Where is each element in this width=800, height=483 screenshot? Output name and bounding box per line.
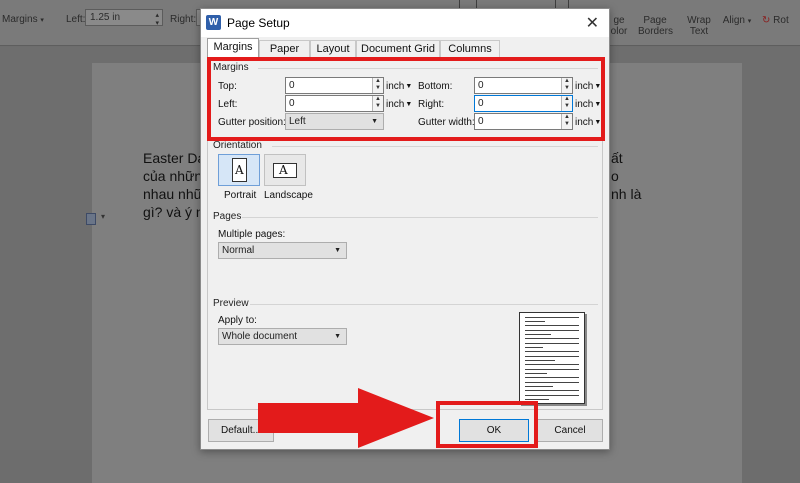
tab-paper[interactable]: Paper — [259, 40, 310, 58]
landscape-button[interactable]: A — [264, 154, 306, 186]
dialog-title: Page Setup — [227, 16, 290, 30]
divider — [272, 146, 598, 147]
multiple-pages-label: Multiple pages: — [218, 229, 286, 240]
portrait-button[interactable]: A — [218, 154, 260, 186]
dropdown-arrow-icon: ▼ — [334, 247, 341, 254]
document-text-line: gì? và ý n — [143, 204, 204, 220]
ribbon-page-color-button[interactable]: ge olor — [609, 15, 629, 37]
document-text-line: Easter Da — [143, 150, 206, 166]
ribbon-wrap-text-button[interactable]: Wrap Text — [684, 15, 714, 37]
divider — [250, 304, 598, 305]
tab-layout[interactable]: Layout — [310, 40, 356, 58]
ribbon-page-borders-button[interactable]: Page Borders — [638, 15, 673, 37]
landscape-label: Landscape — [264, 190, 313, 201]
app-logo-icon: W — [206, 15, 221, 30]
tab-margins[interactable]: Margins — [207, 38, 259, 58]
ribbon-left-input[interactable]: 1.25 in ▴ ▾ — [85, 9, 163, 27]
document-text-fragment: ất — [611, 150, 623, 166]
document-text-fragment: o — [611, 168, 619, 184]
dialog-titlebar[interactable]: W Page Setup ✕ — [201, 9, 609, 37]
pages-section-title: Pages — [213, 211, 242, 222]
ribbon-rotate-button[interactable]: ↻ Rot — [762, 15, 800, 26]
document-text-line: nhau nhữ — [143, 186, 203, 202]
tab-document-grid[interactable]: Document Grid — [356, 40, 440, 58]
document-paragraph-icon[interactable] — [86, 213, 96, 225]
preview-section-title: Preview — [213, 298, 249, 309]
ribbon-left-label: Left: — [66, 14, 86, 25]
apply-to-label: Apply to: — [218, 315, 257, 326]
dropdown-arrow-icon: ▼ — [334, 333, 341, 340]
ribbon-right-label: Right: — [170, 14, 197, 25]
multiple-pages-select[interactable]: Normal ▼ — [218, 242, 347, 259]
ribbon-margins-button[interactable]: Margins ▾ — [2, 14, 44, 25]
apply-to-select[interactable]: Whole document ▼ — [218, 328, 347, 345]
tab-columns[interactable]: Columns — [440, 40, 500, 58]
document-text-line: của nhữn — [143, 168, 203, 184]
divider — [242, 217, 598, 218]
document-text-fragment: nh là — [611, 186, 642, 202]
chevron-down-icon: ▾ — [101, 212, 106, 221]
portrait-label: Portrait — [224, 190, 257, 201]
page-preview — [519, 312, 585, 404]
cancel-button[interactable]: Cancel — [537, 419, 603, 442]
ribbon-align-button[interactable]: Align ▾ — [720, 15, 754, 27]
ok-highlight-box — [436, 401, 538, 448]
close-icon[interactable]: ✕ — [586, 13, 599, 33]
orientation-section-title: Orientation — [213, 140, 262, 151]
margins-highlight-box — [207, 57, 605, 141]
pointer-arrow-icon — [258, 388, 434, 448]
